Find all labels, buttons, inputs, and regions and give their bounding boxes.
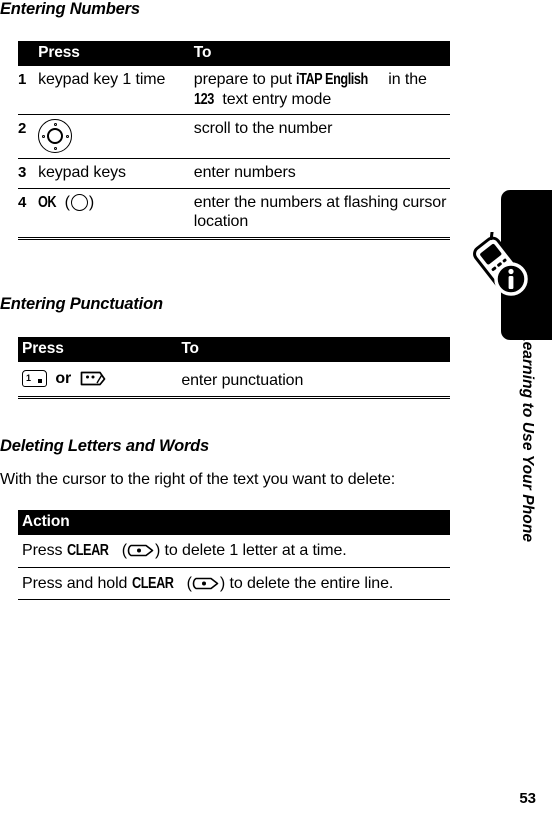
to-text-part: in the [383,71,427,88]
action-cell: Press CLEAR ( ) to delete 1 letter at a … [18,535,450,567]
header-press: Press [22,340,64,357]
row-press-cell: 1 or [18,362,181,396]
table-header-row: Press To [18,41,450,66]
clear-key-icon [127,542,155,559]
entering-numbers-table: Press To 1 keypad key 1 time prepare to … [18,41,450,240]
key-star-icon [80,370,106,387]
row-press-cell: keypad key 1 time [38,71,166,88]
ok-soft-key-label: OK [38,193,57,211]
table-row: 4 OK () enter the numbers at flashing cu… [18,189,450,237]
header-action: Action [22,513,70,530]
table-bottom-divider [18,599,450,600]
table-bottom-divider [18,395,450,399]
header-spacer [18,41,38,66]
chapter-label-text: Learning to Use Your Phone [519,332,536,543]
table-header-row: Action [18,510,450,535]
clear-soft-key-label: CLEAR [131,574,174,592]
row-press-cell: keypad keys [38,164,126,181]
action-text-part: ( [117,542,127,559]
phone-info-icon [466,230,538,304]
table-row: Press CLEAR ( ) to delete 1 letter at a … [18,535,450,567]
center-select-key-icon [70,193,88,211]
action-text-part: ( [182,574,192,592]
row-to-cell: prepare to put iTAP English in the 123 t… [194,66,450,114]
table-row: 1 keypad key 1 time prepare to put iTAP … [18,66,450,114]
table-row: Press and hold CLEAR ( ) to delete the e… [18,568,450,600]
manual-page: Entering Numbers Press To 1 keypad key 1… [0,0,552,819]
table-row: 1 or enter punctuation [18,362,450,396]
section-title-entering-numbers: Entering Numbers [0,0,140,18]
header-to: To [181,340,199,357]
row-number: 3 [18,164,27,181]
action-text-part: ) to delete the entire line. [219,574,394,592]
row-to-cell: scroll to the number [193,120,333,137]
chapter-sidebar: Learning to Use Your Phone [460,0,552,819]
row-to-cell: enter punctuation [181,372,304,389]
header-press: Press [38,44,80,61]
itap-english-term: iTAP English [296,71,369,88]
clear-soft-key-label: CLEAR [66,542,109,559]
clear-key-icon [192,575,220,592]
row-press-cell: OK () [38,193,95,211]
to-text-part: text entry mode [218,90,332,108]
table-row: 3 keypad keys enter numbers [18,159,450,188]
action-cell: Press and hold CLEAR ( ) to delete the e… [18,568,450,600]
table-header-row: Press To [18,337,450,362]
deleting-intro-text: With the cursor to the right of the text… [0,471,396,488]
section-title-entering-punctuation: Entering Punctuation [0,295,163,313]
row-press-cell [38,115,194,158]
row-number: 1 [18,71,27,88]
nav-disc-icon [38,119,73,153]
row-to-cell: enter the numbers at flashing cursor loc… [193,193,447,231]
action-text-part: Press and hold [22,574,132,592]
action-text-part: Press [22,542,67,559]
numeric-mode-term: 123 [193,90,214,108]
page-number: 53 [519,790,536,807]
chapter-label-vertical: Learning to Use Your Phone [460,330,552,650]
key-1-icon: 1 [22,370,47,388]
row-number: 4 [18,193,27,211]
header-to: To [193,44,212,61]
row-to-cell: enter numbers [193,164,296,181]
row-number: 2 [18,120,27,137]
section-title-deleting-letters-and-words: Deleting Letters and Words [0,437,210,455]
press-conjunction: or [55,370,72,387]
action-text-part: ) to delete 1 letter at a time. [154,542,347,559]
table-row: 2 scroll to the number [18,115,450,158]
entering-punctuation-table: Press To 1 or enter punctuation [18,337,450,399]
to-text-part: prepare to put [193,71,297,88]
table-bottom-divider [18,236,450,240]
deleting-action-table: Action Press CLEAR ( ) to delete 1 lette… [18,510,450,600]
